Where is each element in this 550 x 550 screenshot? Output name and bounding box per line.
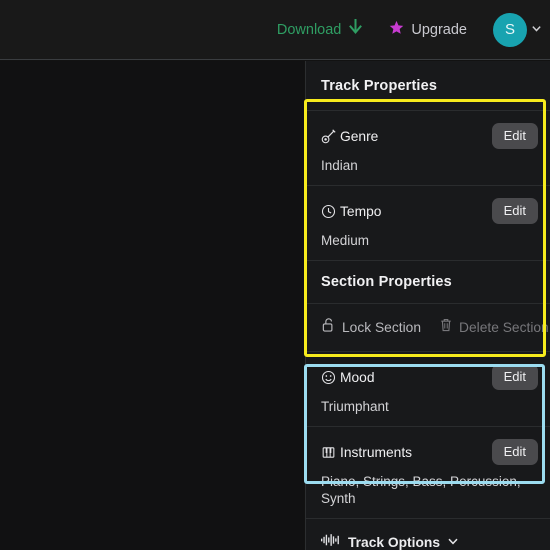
- delete-section-label: Delete Section: [459, 320, 549, 335]
- piano-keys-icon: [321, 445, 340, 460]
- property-label: Genre: [340, 128, 379, 144]
- edit-instruments-button[interactable]: Edit: [491, 439, 538, 465]
- track-options-toggle[interactable]: Track Options: [306, 519, 550, 550]
- clock-icon: [321, 204, 340, 219]
- lock-section-label: Lock Section: [342, 320, 421, 335]
- trash-icon: [439, 317, 453, 338]
- delete-section-button[interactable]: Delete Section: [439, 317, 549, 338]
- property-label: Mood: [340, 369, 375, 385]
- property-label: Tempo: [340, 203, 382, 219]
- lock-section-button[interactable]: Lock Section: [321, 317, 421, 338]
- panel-title: Track Properties: [321, 78, 438, 94]
- property-value: Medium: [321, 233, 370, 248]
- property-row-mood: Mood Edit Triumphant: [306, 352, 550, 426]
- property-row-tempo: Tempo Edit Medium: [306, 186, 550, 260]
- editor-canvas-area[interactable]: [0, 61, 304, 550]
- top-header-bar: Download Upgrade S: [0, 0, 550, 60]
- smiley-icon: [321, 370, 340, 385]
- guitar-icon: [321, 128, 340, 144]
- property-row-instruments: Instruments Edit Piano, Strings, Bass, P…: [306, 427, 550, 518]
- edit-tempo-button[interactable]: Edit: [491, 198, 538, 224]
- chevron-down-icon: [531, 21, 542, 39]
- upgrade-button[interactable]: Upgrade: [389, 20, 467, 40]
- section-actions-row: Lock Section Delete Section: [306, 304, 550, 351]
- section-properties-title: Section Properties: [321, 274, 452, 290]
- property-value: Indian: [321, 158, 358, 173]
- account-menu[interactable]: S: [493, 12, 542, 47]
- edit-genre-button[interactable]: Edit: [491, 123, 538, 149]
- unlock-icon: [321, 317, 336, 338]
- track-options-label: Track Options: [348, 535, 441, 550]
- property-value: Piano, Strings, Bass, Percussion, Synth: [321, 474, 521, 506]
- property-row-genre: Genre Edit Indian: [306, 111, 550, 185]
- app-window: Download Upgrade S Track Properties Genr…: [0, 0, 550, 550]
- star-icon: [389, 20, 404, 40]
- download-label: Download: [276, 21, 342, 38]
- avatar: S: [493, 12, 527, 47]
- property-value: Triumphant: [321, 399, 389, 414]
- download-arrow-icon: [348, 18, 363, 41]
- edit-mood-button[interactable]: Edit: [491, 364, 538, 390]
- download-button[interactable]: Download: [277, 18, 364, 41]
- waveform-icon: [321, 533, 341, 550]
- track-properties-panel: Track Properties Genre Edit Indian Tempo…: [305, 61, 550, 550]
- upgrade-label: Upgrade: [411, 21, 467, 38]
- property-label: Instruments: [340, 444, 413, 460]
- chevron-down-icon: [447, 534, 459, 550]
